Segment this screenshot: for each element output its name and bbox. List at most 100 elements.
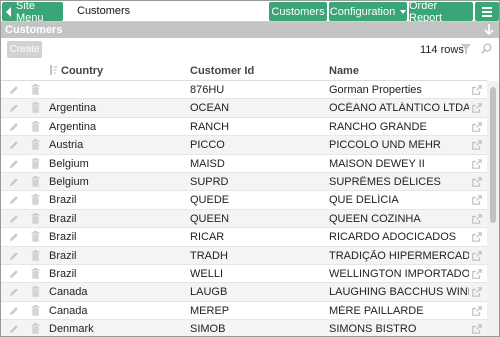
edit-pencil-icon[interactable]: [9, 306, 19, 316]
app-window: Site Menu Customers Customers Configurat…: [0, 0, 500, 337]
open-external-icon[interactable]: [472, 324, 482, 334]
delete-trash-icon[interactable]: [31, 286, 40, 298]
cell-name: LAUGHING BACCHUS WINE ...: [329, 286, 469, 299]
grid-toolbar: Create 114 rows: [1, 38, 499, 62]
edit-pencil-icon[interactable]: [9, 232, 19, 242]
cell-country: Argentina: [49, 102, 97, 115]
cell-country: Brazil: [49, 231, 77, 244]
cell-customer-id: MAISD: [190, 157, 225, 170]
table-row[interactable]: Belgium SUPRD SUPRÊMES DÉLICES: [1, 172, 487, 192]
cell-country: Canada: [49, 304, 88, 317]
cell-name: SUPRÊMES DÉLICES: [329, 175, 441, 188]
vertical-scrollbar[interactable]: [487, 81, 499, 336]
edit-pencil-icon[interactable]: [9, 287, 19, 297]
delete-trash-icon[interactable]: [31, 102, 40, 114]
cell-name: MÈRE PAILLARDE: [329, 304, 424, 317]
open-external-icon[interactable]: [472, 177, 482, 187]
edit-pencil-icon[interactable]: [9, 195, 19, 205]
create-button[interactable]: Create: [7, 41, 42, 58]
edit-pencil-icon[interactable]: [9, 122, 19, 132]
delete-trash-icon[interactable]: [31, 304, 40, 316]
open-external-icon[interactable]: [472, 121, 482, 132]
edit-pencil-icon[interactable]: [9, 324, 19, 334]
cell-name: WELLINGTON IMPORTADORA: [329, 267, 469, 280]
open-external-icon[interactable]: [472, 195, 482, 206]
table-row[interactable]: Brazil RICAR RICARDO ADOCICADOS: [1, 228, 487, 247]
edit-pencil-icon[interactable]: [9, 103, 19, 113]
table-row[interactable]: Brazil TRADH TRADIÇÃO HIPERMERCADOS: [1, 246, 487, 265]
table-row[interactable]: Canada MEREP MÈRE PAILLARDE: [1, 302, 487, 321]
delete-trash-icon[interactable]: [31, 323, 40, 334]
open-external-icon[interactable]: [472, 103, 482, 114]
open-external-icon[interactable]: [472, 305, 482, 316]
table-row[interactable]: 876HU Gorman Properties: [1, 81, 487, 100]
edit-pencil-icon[interactable]: [9, 159, 19, 169]
column-header-country[interactable]: Country: [61, 65, 103, 77]
cell-name: SIMONS BISTRO: [329, 323, 417, 336]
table-row[interactable]: Canada LAUGB LAUGHING BACCHUS WINE ...: [1, 283, 487, 302]
edit-pencil-icon[interactable]: [9, 177, 19, 187]
delete-trash-icon[interactable]: [31, 194, 40, 206]
edit-pencil-icon[interactable]: [9, 214, 19, 224]
delete-trash-icon[interactable]: [31, 212, 40, 224]
filter-icon[interactable]: [461, 44, 471, 54]
open-external-icon[interactable]: [472, 287, 482, 298]
collapse-arrow-icon[interactable]: [483, 23, 495, 36]
cell-country: Belgium: [49, 157, 89, 170]
delete-trash-icon[interactable]: [31, 231, 40, 242]
page-title: Customers: [77, 5, 131, 17]
cell-country: Denmark: [49, 323, 94, 336]
table-row[interactable]: Austria PICCO PICCOLO UND MEHR: [1, 136, 487, 155]
create-label: Create: [9, 44, 40, 55]
edit-pencil-icon[interactable]: [9, 85, 19, 95]
edit-pencil-icon[interactable]: [9, 251, 19, 261]
delete-trash-icon[interactable]: [31, 157, 40, 169]
cell-customer-id: SIMOB: [190, 323, 226, 336]
sort-ascending-icon[interactable]: [49, 65, 58, 75]
delete-trash-icon[interactable]: [31, 249, 40, 261]
cell-name: QUEEN COZINHA: [329, 212, 421, 225]
delete-trash-icon[interactable]: [31, 139, 40, 150]
open-external-icon[interactable]: [472, 213, 482, 224]
open-external-icon[interactable]: [472, 269, 482, 279]
table-row[interactable]: Denmark SIMOB SIMONS BISTRO: [1, 320, 487, 336]
nav-order-report-button[interactable]: Order Report: [409, 1, 473, 24]
site-menu-button[interactable]: Site Menu: [2, 1, 63, 24]
nav-configuration-dropdown[interactable]: Configuration: [329, 2, 407, 21]
grid-body: 876HU Gorman Properties Argentina OCEAN …: [1, 81, 487, 336]
cell-customer-id: TRADH: [190, 249, 228, 262]
nav-customers-button[interactable]: Customers: [269, 2, 327, 21]
column-header-customer-id[interactable]: Customer Id: [190, 65, 254, 77]
table-row[interactable]: Brazil WELLI WELLINGTON IMPORTADORA: [1, 265, 487, 284]
cell-name: RANCHO GRANDE: [329, 120, 427, 133]
cell-customer-id: QUEEN: [190, 212, 230, 225]
delete-trash-icon[interactable]: [31, 84, 40, 95]
nav-customers-label: Customers: [271, 5, 325, 18]
column-header-name[interactable]: Name: [329, 65, 359, 77]
edit-pencil-icon[interactable]: [9, 140, 19, 150]
open-external-icon[interactable]: [472, 158, 482, 169]
hamburger-menu-button[interactable]: [475, 2, 499, 21]
table-row[interactable]: Brazil QUEEN QUEEN COZINHA: [1, 209, 487, 229]
edit-pencil-icon[interactable]: [9, 269, 19, 279]
nav-configuration-label: Configuration: [329, 5, 396, 18]
open-external-icon[interactable]: [472, 85, 482, 95]
open-external-icon[interactable]: [472, 250, 482, 261]
search-icon[interactable]: [481, 43, 492, 54]
table-row[interactable]: Argentina RANCH RANCHO GRANDE: [1, 118, 487, 137]
scrollbar-thumb[interactable]: [490, 87, 496, 223]
delete-trash-icon[interactable]: [31, 175, 40, 187]
cell-country: Brazil: [49, 267, 77, 280]
hamburger-icon: [482, 6, 492, 9]
delete-trash-icon[interactable]: [31, 120, 40, 132]
cell-name: MAISON DEWEY II: [329, 157, 425, 170]
cell-name: OCÉANO ATLÁNTICO LTDA.: [329, 102, 469, 115]
table-row[interactable]: Argentina OCEAN OCÉANO ATLÁNTICO LTDA.: [1, 99, 487, 118]
cell-customer-id: 876HU: [190, 84, 225, 96]
delete-trash-icon[interactable]: [31, 267, 40, 279]
table-row[interactable]: Brazil QUEDE QUE DELÍCIA: [1, 191, 487, 210]
open-external-icon[interactable]: [472, 232, 482, 242]
open-external-icon[interactable]: [472, 140, 482, 150]
cell-name: Gorman Properties: [329, 84, 422, 96]
table-row[interactable]: Belgium MAISD MAISON DEWEY II: [1, 155, 487, 173]
